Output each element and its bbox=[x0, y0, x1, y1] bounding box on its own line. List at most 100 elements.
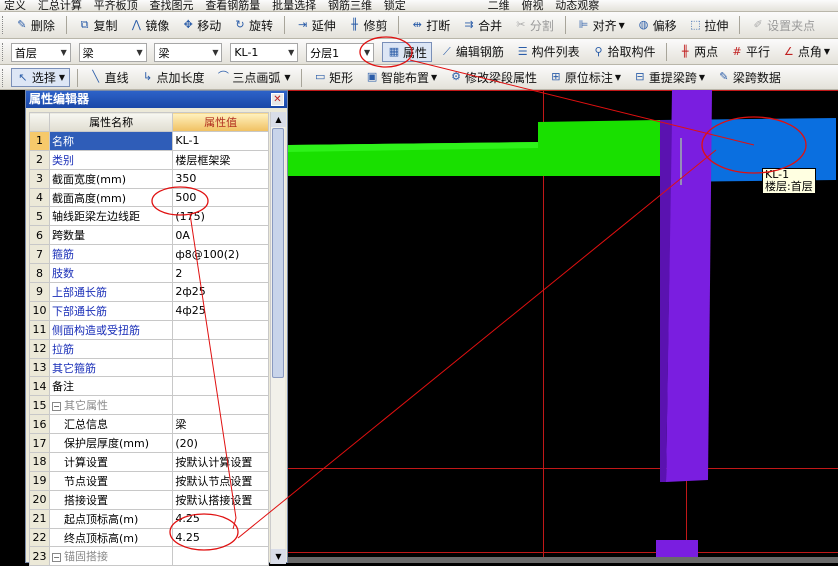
drawing-canvas[interactable]: KL-1 楼层:首层 bbox=[288, 90, 838, 563]
property-value[interactable]: 350 bbox=[172, 168, 269, 189]
property-row[interactable]: 6 跨数量 0A bbox=[29, 225, 269, 246]
property-value[interactable]: ф8@100(2) bbox=[172, 244, 269, 265]
property-value[interactable] bbox=[172, 546, 269, 566]
property-value[interactable]: 500 bbox=[172, 187, 269, 208]
layer-select[interactable]: 分层1 ▼ bbox=[306, 43, 375, 62]
smart-layout-button[interactable]: ▣ 智能布置 ▼ bbox=[361, 65, 441, 89]
property-row[interactable]: 7 箍筋 ф8@100(2) bbox=[29, 244, 269, 265]
property-row[interactable]: 23− 锚固搭接 bbox=[29, 546, 269, 566]
property-value[interactable]: 4ф25 bbox=[172, 300, 269, 321]
type1-select[interactable]: 梁 ▼ bbox=[78, 43, 147, 62]
property-value[interactable]: 按默认搭接设置 bbox=[172, 489, 269, 510]
menu-2d[interactable]: 二维 bbox=[484, 0, 514, 11]
delete-button[interactable]: ✎ 删除 bbox=[11, 12, 59, 38]
menu-view-rebar[interactable]: 查看钢筋量 bbox=[201, 0, 264, 11]
split-button[interactable]: ✂ 分割 bbox=[510, 12, 558, 38]
arc-button[interactable]: ⌒ 三点画弧 ▼ bbox=[212, 65, 294, 89]
property-button[interactable]: ▦ 属性 bbox=[381, 42, 432, 62]
menu-batch-select[interactable]: 批量选择 bbox=[268, 0, 320, 11]
menu-orbit[interactable]: 动态观察 bbox=[551, 0, 603, 11]
property-value[interactable] bbox=[172, 319, 269, 340]
property-row[interactable]: 17 保护层厚度(mm) (20) bbox=[29, 433, 269, 454]
pick-component-button[interactable]: ⚲ 拾取构件 bbox=[588, 39, 660, 64]
menu-rebar-3d[interactable]: 钢筋三维 bbox=[324, 0, 376, 11]
property-row[interactable]: 5 轴线距梁左边线距 (175) bbox=[29, 206, 269, 227]
menu-lock[interactable]: 锁定 bbox=[380, 0, 410, 11]
line-button[interactable]: ╲ 直线 bbox=[85, 65, 133, 89]
property-row[interactable]: 3 截面宽度(mm) 350 bbox=[29, 168, 269, 189]
property-scrollbar[interactable]: ▲ ▼ bbox=[270, 112, 286, 564]
span-data-button[interactable]: ✎ 梁跨数据 bbox=[713, 65, 785, 89]
property-value[interactable]: (175) bbox=[172, 206, 269, 227]
property-row[interactable]: 22 终点顶标高(m) 4.25 bbox=[29, 527, 269, 548]
menu-define[interactable]: 定义 bbox=[0, 0, 30, 11]
type2-select[interactable]: 梁 ▼ bbox=[154, 43, 223, 62]
property-row[interactable]: 4 截面高度(mm) 500 bbox=[29, 187, 269, 208]
component-list-button[interactable]: ☰ 构件列表 bbox=[512, 39, 584, 64]
set-grip-button[interactable]: ✐ 设置夹点 bbox=[747, 12, 819, 38]
scroll-up-icon[interactable]: ▲ bbox=[271, 112, 286, 127]
property-row[interactable]: 16 汇总信息 梁 bbox=[29, 414, 269, 435]
property-value[interactable]: 按默认计算设置 bbox=[172, 452, 269, 472]
property-row[interactable]: 13 其它箍筋 bbox=[29, 357, 269, 378]
property-value[interactable] bbox=[172, 376, 269, 397]
stretch-button[interactable]: ⬚ 拉伸 bbox=[684, 12, 732, 38]
scroll-thumb[interactable] bbox=[272, 128, 284, 378]
property-value[interactable] bbox=[172, 357, 269, 378]
property-row[interactable]: 8 肢数 2 bbox=[29, 263, 269, 284]
menu-summary[interactable]: 汇总计算 bbox=[34, 0, 86, 11]
break-button[interactable]: ⇹ 打断 bbox=[406, 12, 454, 38]
select-button[interactable]: ↖ 选择 ▼ bbox=[10, 68, 70, 87]
toolbar-grip[interactable] bbox=[2, 16, 5, 34]
modify-span-button[interactable]: ⚙ 修改梁段属性 bbox=[445, 65, 541, 89]
menu-align-top[interactable]: 平齐板顶 bbox=[90, 0, 142, 11]
panel-titlebar[interactable]: 属性编辑器 ✕ bbox=[26, 91, 287, 108]
mirror-button[interactable]: ⋀ 镜像 bbox=[125, 12, 173, 38]
property-value[interactable]: 2ф25 bbox=[172, 282, 269, 302]
property-value[interactable]: 4.25 bbox=[172, 527, 269, 548]
offset-button[interactable]: ◍ 偏移 bbox=[633, 12, 681, 38]
merge-button[interactable]: ⇉ 合并 bbox=[458, 12, 506, 38]
align-button[interactable]: ⊫ 对齐 ▼ bbox=[573, 12, 629, 38]
property-value[interactable]: KL-1 bbox=[172, 130, 269, 151]
origin-mark-button[interactable]: ⊞ 原位标注 ▼ bbox=[545, 65, 625, 89]
property-row[interactable]: 18 计算设置 按默认计算设置 bbox=[29, 452, 269, 472]
scroll-down-icon[interactable]: ▼ bbox=[271, 549, 286, 564]
property-row[interactable]: 10 下部通长筋 4ф25 bbox=[29, 300, 269, 321]
property-value[interactable] bbox=[172, 338, 269, 359]
property-value[interactable] bbox=[172, 395, 269, 416]
property-value[interactable]: 按默认节点设置 bbox=[172, 470, 269, 491]
property-value[interactable]: 楼层框架梁 bbox=[172, 149, 269, 170]
property-row[interactable]: 21 起点顶标高(m) 4.25 bbox=[29, 508, 269, 529]
component-select[interactable]: KL-1 ▼ bbox=[230, 43, 299, 62]
property-row[interactable]: 11 侧面构造或受扭筋 bbox=[29, 319, 269, 340]
two-points-button[interactable]: ╫ 两点 bbox=[674, 39, 722, 64]
close-icon[interactable]: ✕ bbox=[271, 93, 284, 106]
floor-select[interactable]: 首层 ▼ bbox=[10, 43, 71, 62]
property-row[interactable]: 15− 其它属性 bbox=[29, 395, 269, 416]
property-value[interactable]: 0A bbox=[172, 225, 269, 246]
property-row[interactable]: 9 上部通长筋 2ф25 bbox=[29, 282, 269, 302]
property-row[interactable]: 12 拉筋 bbox=[29, 338, 269, 359]
copy-button[interactable]: ⧉ 复制 bbox=[74, 12, 122, 38]
parallel-button[interactable]: # 平行 bbox=[726, 39, 774, 64]
property-row[interactable]: 20 搭接设置 按默认搭接设置 bbox=[29, 489, 269, 510]
property-value[interactable]: 梁 bbox=[172, 414, 269, 435]
toolbar-grip[interactable] bbox=[2, 69, 5, 87]
menu-top-view[interactable]: 俯视 bbox=[517, 0, 547, 11]
edit-rebar-button[interactable]: ⟋ 编辑钢筋 bbox=[436, 39, 508, 64]
re-span-button[interactable]: ⊟ 重提梁跨 ▼ bbox=[629, 65, 709, 89]
collapse-icon[interactable]: − bbox=[51, 402, 61, 412]
angle-point-button[interactable]: ∠ 点角 ▼ bbox=[778, 39, 834, 64]
trim-button[interactable]: ╫ 修剪 bbox=[344, 12, 392, 38]
property-value[interactable]: 4.25 bbox=[172, 508, 269, 529]
toolbar-grip[interactable] bbox=[2, 43, 5, 61]
property-value[interactable]: (20) bbox=[172, 433, 269, 454]
extend-button[interactable]: ⇥ 延伸 bbox=[292, 12, 340, 38]
property-row[interactable]: 14 备注 bbox=[29, 376, 269, 397]
rotate-button[interactable]: ↻ 旋转 bbox=[229, 12, 277, 38]
rect-button[interactable]: ▭ 矩形 bbox=[309, 65, 357, 89]
property-row[interactable]: 19 节点设置 按默认节点设置 bbox=[29, 470, 269, 491]
collapse-icon[interactable]: − bbox=[51, 553, 61, 563]
property-row[interactable]: 1 名称 KL-1 bbox=[29, 130, 269, 151]
